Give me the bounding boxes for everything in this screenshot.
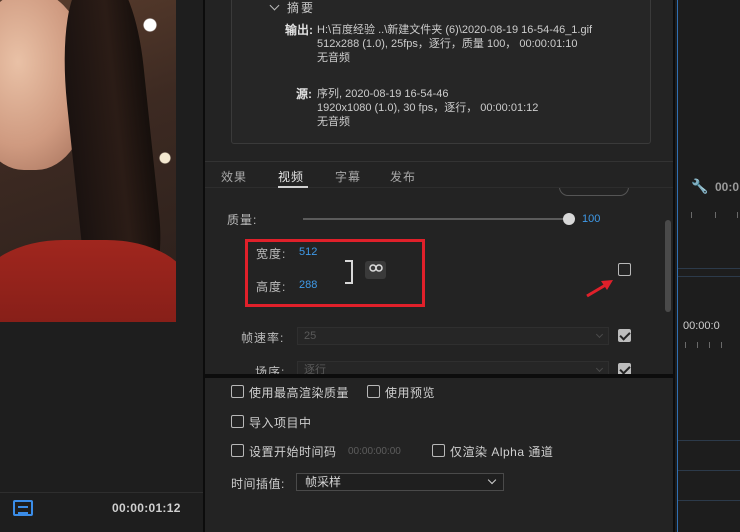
max-render-quality-checkbox[interactable] [231, 385, 244, 398]
summary-heading-text: 摘要 [287, 1, 316, 15]
output-label: 输出: [285, 23, 313, 37]
source-name: 序列, 2020-08-19 16-54-46 [317, 88, 449, 100]
track-divider [678, 276, 740, 277]
framerate-match-checkbox[interactable] [618, 329, 631, 342]
output-path[interactable]: H:\百度经验 ..\新建文件夹 (6)\2020-08-19 16-54-46… [317, 23, 592, 37]
framerate-value: 25 [304, 330, 317, 342]
ruler-tick [685, 342, 686, 348]
quality-value[interactable]: 100 [582, 213, 600, 225]
use-previews-checkbox[interactable] [367, 385, 380, 398]
start-timecode-value: 00:00:00:00 [348, 446, 401, 457]
monitor-divider [0, 492, 203, 493]
field-order-select[interactable]: 逐行 [297, 361, 609, 374]
ruler-tick [737, 212, 738, 218]
import-into-project-label[interactable]: 导入项目中 [249, 414, 312, 431]
settings-scrollbar[interactable] [665, 220, 671, 312]
chevron-down-icon [595, 330, 604, 339]
time-interpolation-select[interactable]: 帧采样 [296, 473, 504, 491]
field-order-value: 逐行 [304, 364, 326, 374]
fit-frame-icon[interactable] [13, 500, 33, 516]
export-settings-panel: 摘要 输出: H:\百度经验 ..\新建文件夹 (6)\2020-08-19 1… [203, 0, 675, 532]
output-audio: 无音频 [317, 52, 350, 64]
source-specs: 1920x1080 (1.0), 30 fps，逐行， 00:00:01:12 [317, 102, 539, 114]
monitor-timecode[interactable]: 00:00:01:12 [112, 501, 181, 515]
partial-button[interactable] [559, 188, 629, 196]
settings-tabs: 效果 视频 字幕 发布 [205, 161, 673, 188]
output-specs: 512x288 (1.0), 25fps，逐行，质量 100， 00:00:01… [317, 38, 578, 50]
import-into-project-checkbox[interactable] [231, 415, 244, 428]
constrain-bracket [345, 260, 353, 284]
set-start-timecode-label[interactable]: 设置开始时间码 [249, 443, 337, 460]
program-monitor: 00:00:01:12 [0, 0, 203, 532]
render-alpha-label[interactable]: 仅渲染 Alpha 通道 [450, 443, 553, 460]
quality-slider-thumb[interactable] [563, 213, 575, 225]
timeline-timecode[interactable]: 00:0 [715, 180, 739, 194]
link-icon[interactable] [365, 261, 386, 279]
chevron-down-icon [487, 475, 497, 485]
ruler-timecode: 00:00:0 [683, 320, 720, 332]
use-previews-label[interactable]: 使用预览 [385, 384, 435, 401]
summary-heading[interactable]: 摘要 [269, 0, 316, 16]
width-value[interactable]: 512 [299, 246, 317, 258]
wrench-icon[interactable]: 🔧 [691, 178, 708, 195]
tab-publish[interactable]: 发布 [390, 168, 416, 185]
height-label: 高度: [256, 280, 287, 294]
width-label: 宽度: [256, 247, 287, 261]
chevron-down-icon[interactable] [269, 0, 280, 11]
ruler-tick [697, 342, 698, 348]
field-order-label: 场序: [255, 365, 286, 374]
red-arrow-annotation [586, 280, 613, 298]
tab-video[interactable]: 视频 [278, 168, 304, 185]
tab-captions[interactable]: 字幕 [335, 168, 361, 185]
source-label: 源: [296, 87, 312, 101]
time-interpolation-label: 时间插值: [231, 477, 285, 491]
preview-shirt [0, 240, 176, 322]
height-value[interactable]: 288 [299, 279, 317, 291]
chain-link-icon [368, 264, 383, 272]
framerate-select[interactable]: 25 [297, 327, 609, 345]
track-divider [678, 470, 740, 471]
track-divider [678, 440, 740, 441]
summary-box: 摘要 输出: H:\百度经验 ..\新建文件夹 (6)\2020-08-19 1… [231, 0, 651, 144]
timeline-panel: 🔧 00:0 00:00:0 [677, 0, 740, 532]
ruler-tick [715, 212, 716, 218]
chevron-down-icon [595, 364, 604, 373]
time-interpolation-value: 帧采样 [305, 475, 342, 489]
video-preview-frame [0, 0, 176, 322]
playhead-line [677, 0, 678, 532]
video-settings: 质量: 100 宽度: 512 高度: 288 帧速率: 25 场序: 逐行 [205, 188, 673, 374]
ruler-tick [691, 212, 692, 218]
field-order-match-checkbox[interactable] [618, 363, 631, 374]
render-alpha-checkbox[interactable] [432, 444, 445, 457]
ruler-tick [721, 342, 722, 348]
framerate-label: 帧速率: [241, 331, 285, 345]
set-start-timecode-checkbox[interactable] [231, 444, 244, 457]
track-divider [678, 500, 740, 501]
resolution-match-checkbox[interactable] [618, 263, 631, 276]
quality-label: 质量: [227, 213, 258, 227]
track-divider [678, 268, 740, 269]
source-audio: 无音频 [317, 116, 350, 128]
quality-slider-track[interactable] [303, 218, 569, 220]
tab-effects[interactable]: 效果 [221, 168, 247, 185]
ruler-tick [709, 342, 710, 348]
render-options: 使用最高渲染质量 使用预览 导入项目中 设置开始时间码 00:00:00:00 … [205, 378, 673, 532]
max-render-quality-label[interactable]: 使用最高渲染质量 [249, 384, 349, 401]
